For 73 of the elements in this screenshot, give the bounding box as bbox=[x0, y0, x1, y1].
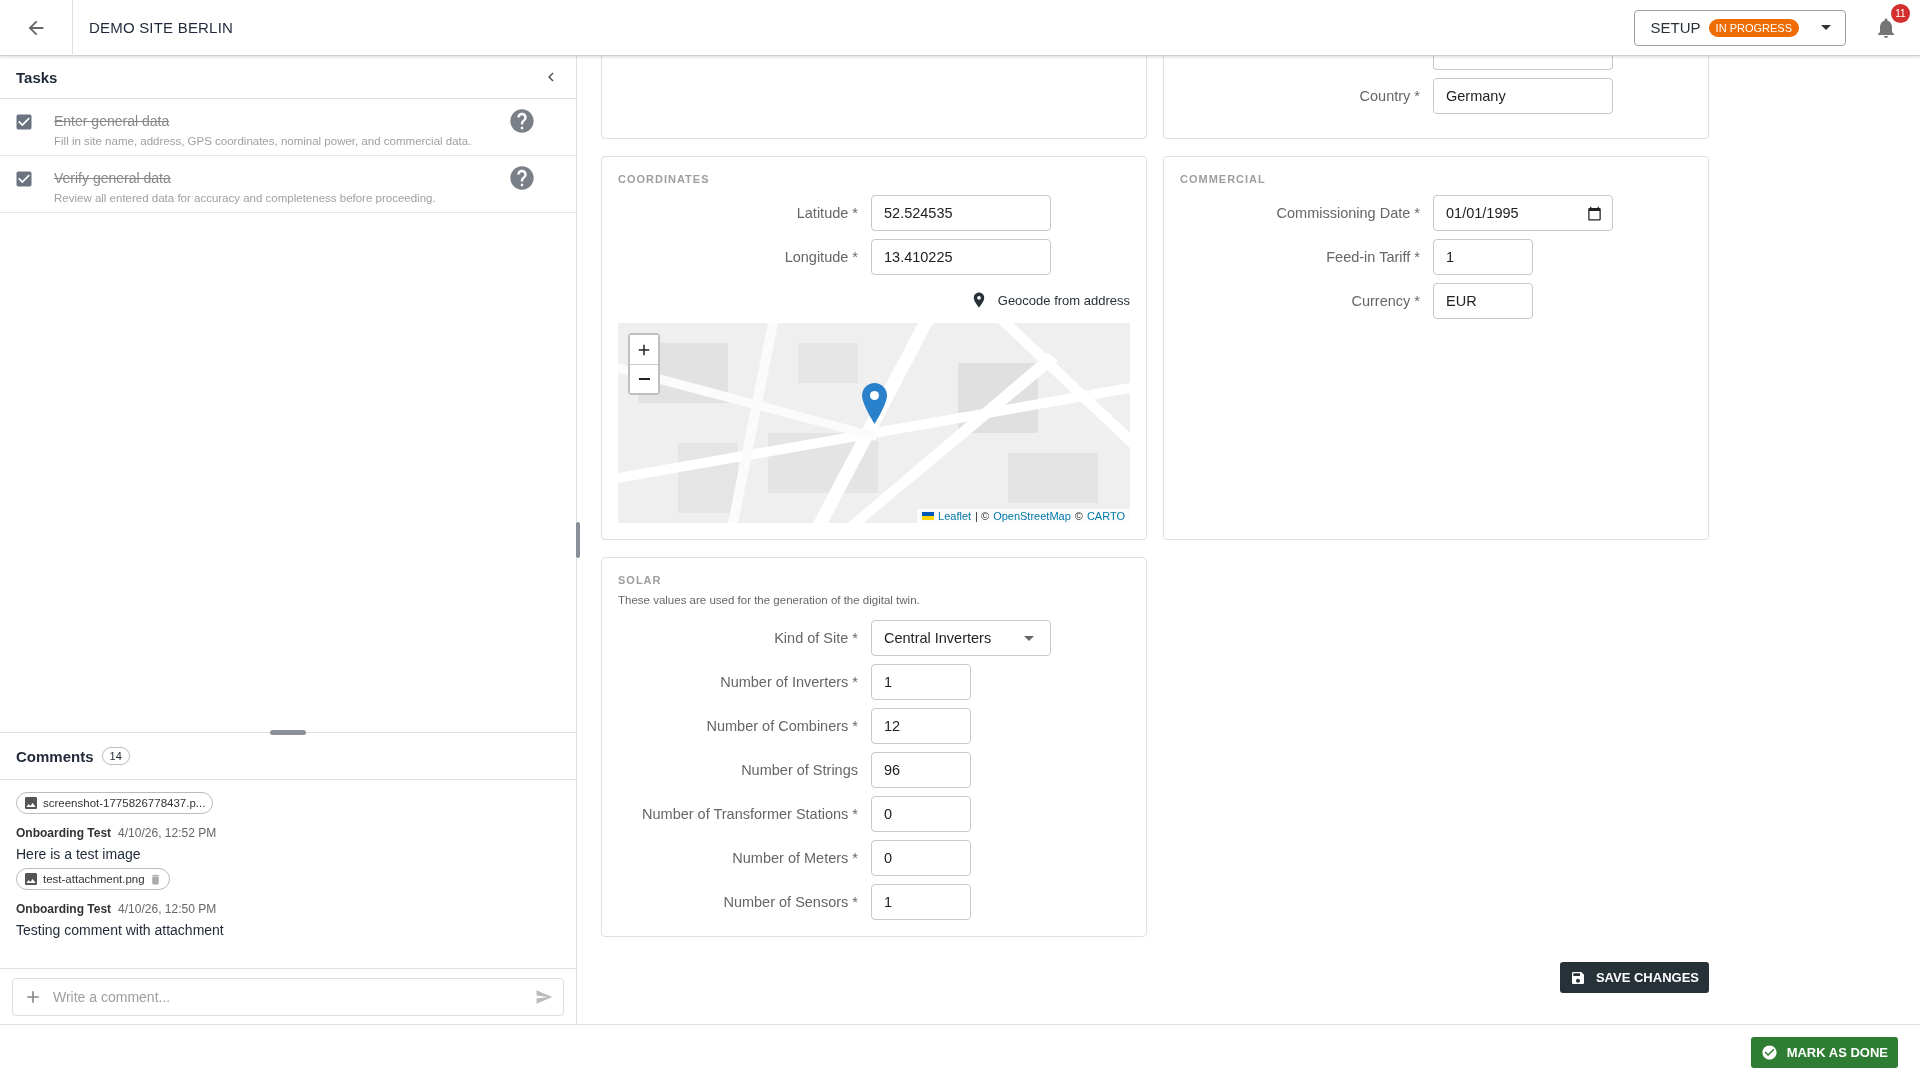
section-title: COMMERCIAL bbox=[1180, 173, 1267, 185]
comment-author: Onboarding Test bbox=[16, 902, 112, 916]
attribution-text: | © bbox=[975, 510, 990, 522]
panel-title: Comments bbox=[16, 747, 94, 765]
notification-badge: 11 bbox=[1891, 3, 1910, 23]
input-field[interactable]: 1 bbox=[871, 884, 971, 920]
input-field[interactable]: 1 bbox=[871, 664, 971, 700]
minus-icon bbox=[638, 378, 650, 380]
field-label: Number of Sensors * bbox=[722, 894, 858, 910]
attribution-link[interactable]: OpenStreetMap bbox=[993, 510, 1071, 522]
task-title: Verify general data bbox=[54, 170, 172, 186]
input-field[interactable] bbox=[1433, 56, 1613, 70]
calendar-icon bbox=[1587, 205, 1602, 221]
save-button[interactable]: SAVE CHANGES bbox=[1559, 962, 1709, 993]
status-button[interactable]: SETUP IN PROGRESS bbox=[1633, 9, 1846, 46]
attribution-text: © bbox=[1074, 510, 1083, 522]
field-label: Number of Transformer Stations * bbox=[641, 806, 858, 822]
field-label: Latitude * bbox=[795, 205, 858, 221]
help-icon[interactable] bbox=[508, 107, 536, 135]
map-marker-icon[interactable] bbox=[862, 383, 887, 424]
input-field[interactable]: 13.410225 bbox=[871, 239, 1051, 275]
mark-done-button[interactable]: MARK AS DONE bbox=[1750, 1037, 1898, 1068]
input-field[interactable]: 52.524535 bbox=[871, 195, 1051, 231]
image-icon bbox=[23, 871, 39, 887]
panel-title: Tasks bbox=[16, 68, 58, 86]
input-field[interactable]: 12 bbox=[871, 708, 971, 744]
comment-input[interactable]: Write a comment... bbox=[51, 988, 527, 1006]
select-field[interactable]: Central Inverters bbox=[871, 620, 1051, 656]
field-label: Kind of Site * bbox=[773, 630, 858, 646]
field-label: Country * bbox=[1358, 88, 1420, 104]
input-field[interactable]: 0 bbox=[871, 796, 971, 832]
save-icon bbox=[1569, 969, 1586, 986]
field-label: Currency * bbox=[1350, 293, 1420, 309]
attribution-link[interactable]: Leaflet bbox=[938, 510, 972, 522]
resize-handle[interactable] bbox=[270, 730, 306, 735]
section-description: These values are used for the generation of the digital twin. bbox=[618, 594, 921, 606]
input-field[interactable]: Germany bbox=[1433, 78, 1613, 114]
zoom-out-button[interactable] bbox=[630, 364, 658, 393]
field-label: Feed-in Tariff * bbox=[1325, 249, 1420, 265]
comment-field[interactable]: Write a comment... bbox=[12, 978, 564, 1016]
geocode-link[interactable]: Geocode from address bbox=[969, 291, 1130, 309]
field-label: Number of Strings bbox=[740, 762, 858, 778]
caret-icon bbox=[1024, 635, 1034, 641]
field-label: Number of Combiners * bbox=[705, 718, 858, 734]
image-icon bbox=[23, 795, 39, 811]
date-field[interactable]: 01/01/1995 bbox=[1433, 195, 1613, 231]
input-field[interactable]: 1 bbox=[1433, 239, 1533, 275]
attribution-link[interactable]: CARTO bbox=[1086, 510, 1125, 522]
resize-handle[interactable] bbox=[576, 522, 580, 558]
task-checkbox[interactable] bbox=[14, 169, 34, 189]
caret-icon bbox=[1821, 25, 1831, 30]
field-label: Longitude * bbox=[783, 249, 858, 265]
comment-time: 4/10/26, 12:52 PM bbox=[118, 826, 217, 840]
input-field[interactable]: 0 bbox=[871, 840, 971, 876]
help-icon[interactable] bbox=[508, 164, 536, 192]
flag-icon bbox=[922, 512, 935, 520]
comment-text: Testing comment with attachment bbox=[16, 922, 225, 938]
field-label: Number of Inverters * bbox=[719, 674, 858, 690]
task-description: Fill in site name, address, GPS coordinates, nominal power, and commercial data. bbox=[54, 135, 473, 147]
input-field[interactable]: EUR bbox=[1433, 283, 1533, 319]
field-label: Number of Meters * bbox=[731, 850, 858, 866]
field-label: Commissioning Date * bbox=[1275, 205, 1420, 221]
task-description: Review all entered data for accuracy and completeness before proceeding. bbox=[54, 192, 437, 204]
comment-text: Here is a test image bbox=[16, 846, 142, 862]
page-title: DEMO SITE BERLIN bbox=[89, 19, 235, 36]
task-title: Enter general data bbox=[54, 113, 171, 129]
section-title: COORDINATES bbox=[618, 173, 711, 185]
comment-author: Onboarding Test bbox=[16, 826, 112, 840]
status-badge: IN PROGRESS bbox=[1708, 18, 1799, 37]
section-title: SOLAR bbox=[618, 574, 663, 586]
comment-time: 4/10/26, 12:50 PM bbox=[118, 902, 217, 916]
input-field[interactable]: 96 bbox=[871, 752, 971, 788]
task-checkbox[interactable] bbox=[14, 112, 34, 132]
